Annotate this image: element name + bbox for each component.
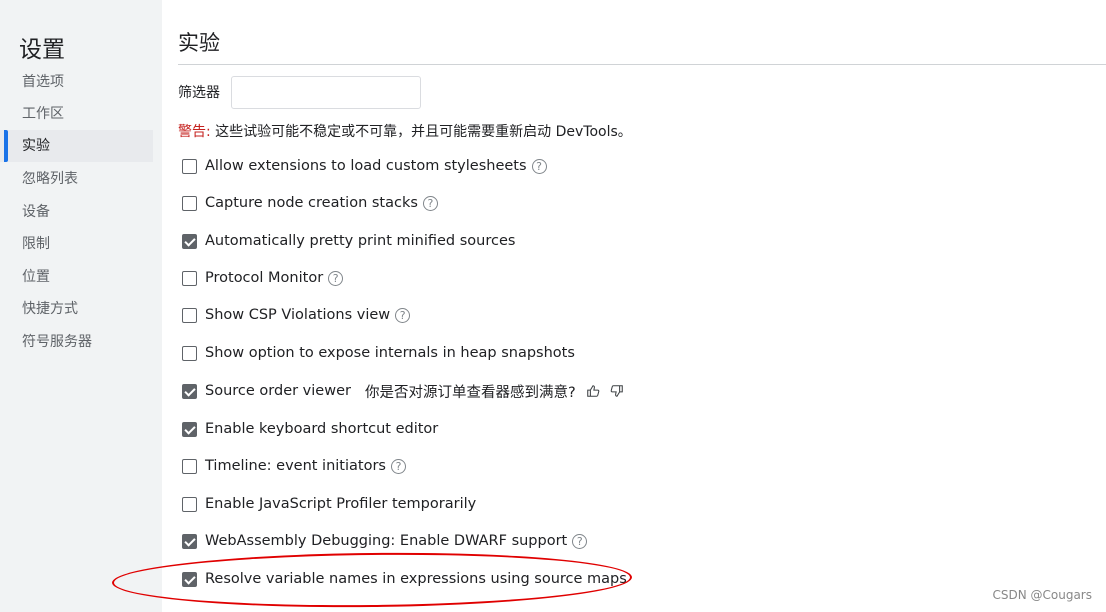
settings-sidebar: 设置 首选项 工作区 实验 忽略列表 设备 限制 位置 快捷方式 符号服务器 — [0, 0, 162, 612]
thumbs-up-icon[interactable] — [586, 384, 600, 398]
experiment-row[interactable]: Capture node creation stacks ? — [182, 192, 438, 214]
experiment-row[interactable]: Source order viewer 你是否对源订单查看器感到满意? — [182, 380, 624, 402]
experiment-label: Enable keyboard shortcut editor — [205, 421, 439, 437]
checkbox[interactable] — [182, 458, 197, 474]
thumbs-down-icon[interactable] — [610, 384, 624, 398]
checkbox[interactable] — [182, 195, 197, 211]
page-title: 实验 — [178, 31, 220, 55]
checkbox[interactable] — [182, 345, 197, 361]
experiment-row[interactable]: Enable keyboard shortcut editor — [182, 418, 438, 440]
experiment-label: Automatically pretty print minified sour… — [205, 233, 516, 249]
checkbox[interactable] — [182, 533, 197, 549]
experiment-row[interactable]: Automatically pretty print minified sour… — [182, 230, 515, 252]
experiment-label: Timeline: event initiators — [205, 458, 386, 474]
help-icon[interactable]: ? — [572, 533, 588, 549]
experiment-label: Protocol Monitor — [205, 270, 324, 286]
sidebar-item-devices[interactable]: 设备 — [0, 196, 153, 228]
experiment-row[interactable]: WebAssembly Debugging: Enable DWARF supp… — [182, 530, 588, 552]
warning-label: 警告: — [178, 124, 211, 140]
experiment-label: Capture node creation stacks — [205, 195, 418, 211]
checkbox[interactable] — [182, 383, 197, 399]
sidebar-item-locations[interactable]: 位置 — [0, 261, 153, 293]
settings-title: 设置 — [19, 37, 65, 63]
sidebar-item-shortcuts[interactable]: 快捷方式 — [0, 293, 153, 325]
red-highlight-ellipse — [111, 550, 633, 610]
experiment-label: WebAssembly Debugging: Enable DWARF supp… — [205, 533, 568, 549]
experiment-label: Allow extensions to load custom styleshe… — [205, 158, 527, 174]
help-icon[interactable]: ? — [395, 307, 411, 323]
warning-text: 这些试验可能不稳定或不可靠，并且可能需要重新启动 DevTools。 — [210, 124, 632, 140]
checkbox[interactable] — [182, 233, 197, 249]
checkbox[interactable] — [182, 270, 197, 286]
watermark: CSDN @Cougars — [992, 588, 1092, 602]
help-icon[interactable]: ? — [390, 458, 406, 474]
sidebar-item-ignore-list[interactable]: 忽略列表 — [0, 163, 153, 195]
warning-message: 警告: 这些试验可能不稳定或不可靠，并且可能需要重新启动 DevTools。 — [178, 121, 632, 141]
experiment-row[interactable]: Allow extensions to load custom styleshe… — [182, 155, 547, 177]
filter-label: 筛选器 — [178, 85, 220, 101]
checkbox[interactable] — [182, 307, 197, 323]
sidebar-item-experiments[interactable]: 实验 — [0, 130, 153, 162]
experiment-row[interactable]: Enable JavaScript Profiler temporarily — [182, 493, 476, 515]
sidebar-item-throttling[interactable]: 限制 — [0, 228, 153, 260]
experiment-row[interactable]: Show option to expose internals in heap … — [182, 342, 575, 364]
help-icon[interactable]: ? — [422, 195, 438, 211]
survey-question: 你是否对源订单查看器感到满意? — [364, 384, 576, 401]
checkbox[interactable] — [182, 421, 197, 437]
checkbox[interactable] — [182, 158, 197, 174]
experiment-row[interactable]: Show CSP Violations view ? — [182, 304, 411, 326]
experiment-label: Source order viewer — [205, 383, 351, 399]
experiment-label: Show option to expose internals in heap … — [205, 345, 575, 361]
filter-input[interactable] — [231, 76, 421, 109]
sidebar-item-workspace[interactable]: 工作区 — [0, 98, 153, 130]
experiment-label: Enable JavaScript Profiler temporarily — [205, 496, 477, 512]
sidebar-item-symbol-servers[interactable]: 符号服务器 — [0, 326, 153, 358]
experiment-row[interactable]: Timeline: event initiators ? — [182, 455, 406, 477]
sidebar-item-preferences[interactable]: 首选项 — [0, 66, 153, 98]
checkbox[interactable] — [182, 496, 197, 512]
help-icon[interactable]: ? — [328, 270, 344, 286]
experiment-label: Show CSP Violations view — [205, 307, 391, 323]
experiment-row[interactable]: Protocol Monitor ? — [182, 267, 344, 289]
title-divider — [178, 64, 1106, 65]
help-icon[interactable]: ? — [531, 158, 547, 174]
